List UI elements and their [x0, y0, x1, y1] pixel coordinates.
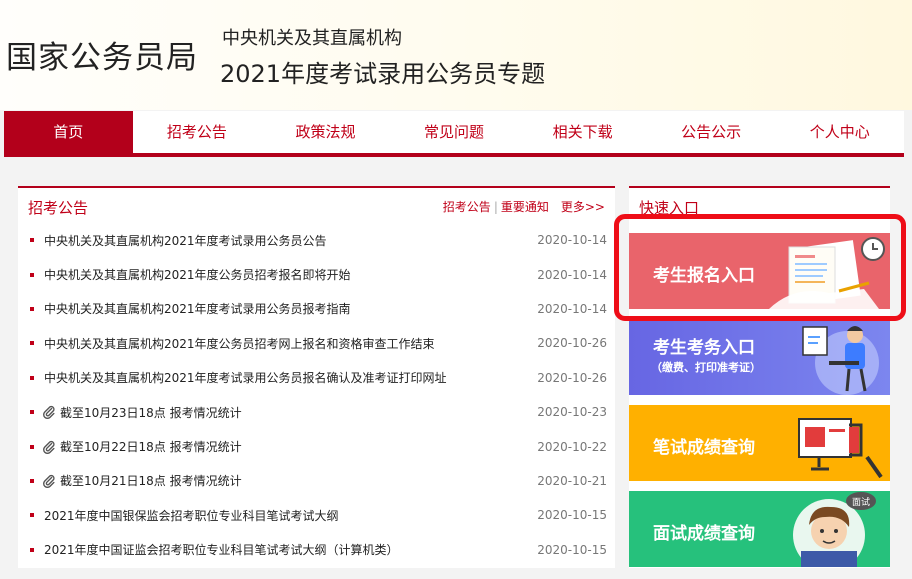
bullet-icon — [30, 478, 34, 483]
paperclip-icon — [43, 406, 55, 420]
nav-faq[interactable]: 常见问题 — [390, 111, 519, 153]
highlight-box — [614, 214, 906, 321]
item-title[interactable]: 截至10月22日18点 报考情况统计 — [60, 438, 537, 455]
item-date: 2020-10-14 — [537, 233, 607, 248]
item-date: 2020-10-15 — [537, 542, 607, 557]
svg-text:面试: 面试 — [852, 496, 870, 508]
bullet-icon — [30, 547, 34, 552]
nav-public-notices[interactable]: 公告公示 — [647, 111, 776, 153]
bullet-icon — [30, 238, 34, 243]
header-subtitle-2: 2021年度考试录用公务员专题 — [220, 60, 546, 88]
list-item[interactable]: 中央机关及其直属机构2021年度公务员招考报名即将开始 2020-10-14 — [30, 257, 607, 291]
interview-score-query-button[interactable]: 面试 面试成绩查询 — [629, 491, 890, 567]
item-title[interactable]: 中央机关及其直属机构2021年度公务员招考网上报名和资格审查工作结束 — [44, 335, 537, 352]
bullet-icon — [30, 341, 34, 346]
paperclip-icon — [43, 440, 55, 454]
nav-home[interactable]: 首页 — [4, 111, 133, 153]
nav-downloads[interactable]: 相关下载 — [518, 111, 647, 153]
item-date: 2020-10-26 — [537, 370, 607, 385]
nav-policies[interactable]: 政策法规 — [261, 111, 390, 153]
bullet-icon — [30, 410, 34, 415]
list-item[interactable]: 2021年度中国证监会招考职位专业科目笔试考试大纲（计算机类） 2020-10-1… — [30, 533, 607, 567]
list-item[interactable]: 2021年度中国银保监会招考职位专业科目笔试考试大纲 2020-10-15 — [30, 498, 607, 532]
nav-recruitment-notices[interactable]: 招考公告 — [133, 111, 262, 153]
announcement-list: 中央机关及其直属机构2021年度考试录用公务员公告 2020-10-14 中央机关… — [30, 223, 607, 567]
bullet-icon — [30, 306, 34, 311]
item-title[interactable]: 中央机关及其直属机构2021年度公务员招考报名即将开始 — [44, 266, 537, 283]
site-header: 国家公务员局 中央机关及其直属机构 2021年度考试录用公务员专题 — [0, 0, 912, 110]
person-at-desk-icon — [802, 326, 879, 395]
announcements-panel: 招考公告 招考公告 | 重要通知 更多>> 中央机关及其直属机构2021年度考试录用公… — [18, 186, 615, 568]
written-score-query-button[interactable]: 笔试成绩查询 — [629, 405, 890, 481]
bullet-icon — [30, 444, 34, 449]
list-item[interactable]: 中央机关及其直属机构2021年度考试录用公务员报考指南 2020-10-14 — [30, 292, 607, 326]
exam-affairs-entry-label[interactable]: 考生考务入口 — [653, 333, 755, 358]
item-title[interactable]: 2021年度中国银保监会招考职位专业科目笔试考试大纲 — [44, 507, 537, 524]
bullet-icon — [30, 513, 34, 518]
item-date: 2020-10-15 — [537, 508, 607, 523]
item-title[interactable]: 截至10月23日18点 报考情况统计 — [60, 404, 537, 421]
list-item[interactable]: 截至10月23日18点 报考情况统计 2020-10-23 — [30, 395, 607, 429]
nav-personal-center[interactable]: 个人中心 — [775, 111, 904, 153]
main-nav: 首页 招考公告 政策法规 常见问题 相关下载 公告公示 个人中心 — [4, 111, 904, 157]
item-title[interactable]: 截至10月21日18点 报考情况统计 — [60, 472, 537, 489]
item-date: 2020-10-14 — [537, 267, 607, 282]
item-date: 2020-10-14 — [537, 301, 607, 316]
monitor-icon — [798, 418, 883, 479]
header-subtitle-1: 中央机关及其直属机构 — [222, 28, 402, 49]
item-title[interactable]: 2021年度中国证监会招考职位专业科目笔试考试大纲（计算机类） — [44, 541, 537, 558]
interview-score-query-label[interactable]: 面试成绩查询 — [653, 519, 755, 544]
item-date: 2020-10-26 — [537, 336, 607, 351]
written-score-query-label[interactable]: 笔试成绩查询 — [653, 433, 755, 458]
more-link[interactable]: 更多>> — [561, 200, 605, 214]
interview-avatar-icon: 面试 — [793, 492, 876, 567]
item-date: 2020-10-22 — [537, 439, 607, 454]
link-important-notices[interactable]: 重要通知 — [501, 200, 549, 214]
list-item[interactable]: 中央机关及其直属机构2021年度考试录用公务员公告 2020-10-14 — [30, 223, 607, 257]
item-title[interactable]: 中央机关及其直属机构2021年度考试录用公务员公告 — [44, 232, 537, 249]
item-date: 2020-10-21 — [537, 473, 607, 488]
bullet-icon — [30, 375, 34, 380]
paperclip-icon — [43, 474, 55, 488]
announcements-title: 招考公告 — [28, 199, 89, 217]
exam-affairs-entry-button[interactable]: 考生考务入口 （缴费、打印准考证） — [629, 319, 890, 395]
org-name[interactable]: 国家公务员局 — [6, 32, 198, 77]
item-date: 2020-10-23 — [537, 405, 607, 420]
list-item[interactable]: 中央机关及其直属机构2021年度公务员招考网上报名和资格审查工作结束 2020-1… — [30, 326, 607, 360]
list-item[interactable]: 截至10月21日18点 报考情况统计 2020-10-21 — [30, 464, 607, 498]
announcements-links: 招考公告 | 重要通知 更多>> — [443, 198, 605, 215]
bullet-icon — [30, 272, 34, 277]
link-separator: | — [493, 200, 498, 214]
exam-affairs-entry-sublabel: （缴费、打印准考证） — [651, 361, 761, 374]
link-recruitment-notices[interactable]: 招考公告 — [443, 200, 491, 214]
item-title[interactable]: 中央机关及其直属机构2021年度考试录用公务员报名确认及准考证打印网址 — [44, 369, 537, 386]
list-item[interactable]: 中央机关及其直属机构2021年度考试录用公务员报名确认及准考证打印网址 2020-… — [30, 361, 607, 395]
list-item[interactable]: 截至10月22日18点 报考情况统计 2020-10-22 — [30, 429, 607, 463]
item-title[interactable]: 中央机关及其直属机构2021年度考试录用公务员报考指南 — [44, 300, 537, 317]
